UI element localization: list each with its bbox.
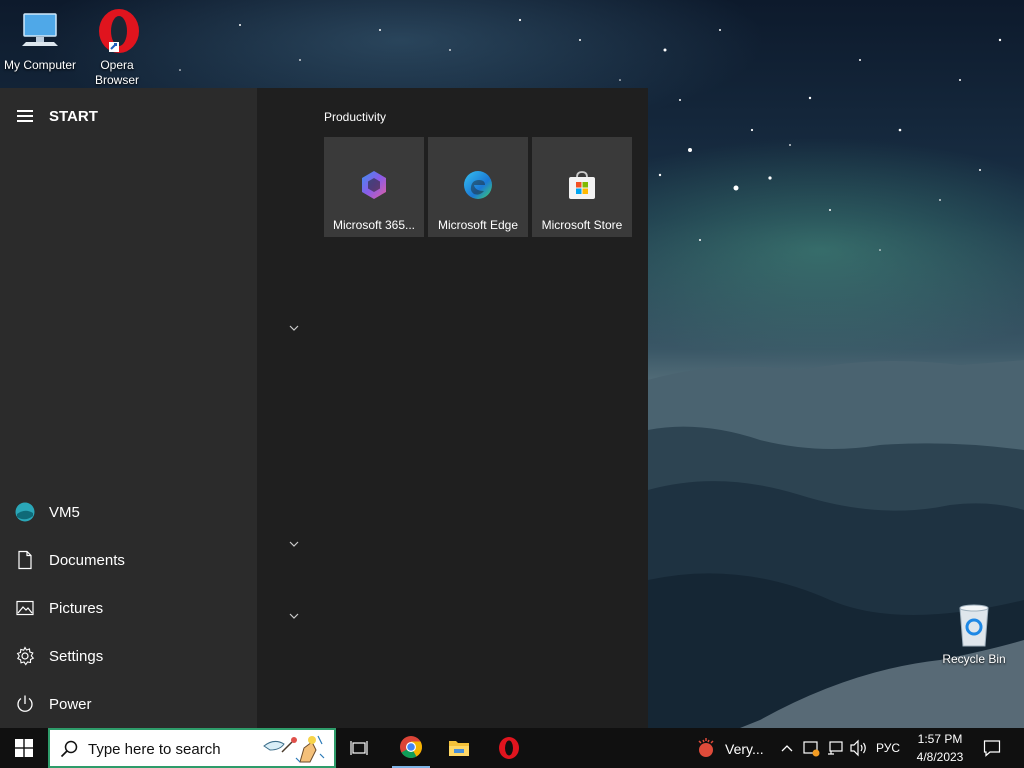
desktop-icon-opera-browser[interactable]: Opera Browser <box>77 8 157 88</box>
start-menu-item-label: Power <box>49 695 92 713</box>
start-menu-item-label: Settings <box>49 647 104 665</box>
notification-center-button[interactable] <box>978 728 1006 768</box>
start-menu-item-power[interactable]: Power <box>0 682 257 726</box>
desktop-icon-recycle-bin[interactable]: Recycle Bin <box>934 602 1014 667</box>
gear-icon <box>16 646 35 666</box>
chrome-icon <box>400 736 422 758</box>
task-view-icon <box>350 741 368 755</box>
tile-microsoft-store[interactable]: Microsoft Store <box>532 137 632 237</box>
desktop-icon-label: Opera Browser <box>94 58 139 87</box>
recycle-bin-icon <box>959 604 989 647</box>
speaker-icon <box>850 739 866 757</box>
chevron-down-icon[interactable] <box>288 322 300 334</box>
opera-icon <box>499 737 519 759</box>
start-menu-item-pictures[interactable]: Pictures <box>0 586 257 630</box>
start-menu-user-account[interactable]: VM5 <box>0 490 257 534</box>
search-icon <box>60 740 78 758</box>
start-menu-item-documents[interactable]: Documents <box>0 538 257 582</box>
search-placeholder: Type here to search <box>88 741 221 758</box>
folder-icon <box>449 741 469 756</box>
show-hidden-icons-button[interactable] <box>778 728 796 768</box>
taskbar-chrome-button[interactable] <box>392 728 430 768</box>
start-menu-item-settings[interactable]: Settings <box>0 634 257 678</box>
store-icon <box>569 171 595 199</box>
tile-label: Microsoft 365... <box>332 218 416 232</box>
desktop-icon-my-computer[interactable]: My Computer <box>0 8 80 73</box>
tray-volume-button[interactable] <box>848 728 870 768</box>
tile-microsoft-edge[interactable]: Microsoft Edge <box>428 137 528 237</box>
weather-alert-icon <box>698 738 714 757</box>
chevron-down-icon[interactable] <box>288 538 300 550</box>
security-alert-icon <box>803 741 820 757</box>
chevron-down-icon[interactable] <box>288 610 300 622</box>
chevron-up-icon <box>781 745 793 752</box>
document-icon <box>18 550 32 570</box>
start-menu-tiles-area: Productivity Microsoft 365... Microsoft … <box>257 88 648 728</box>
start-menu-item-label: Documents <box>49 551 125 569</box>
hamburger-menu-icon[interactable] <box>17 110 33 122</box>
tile-label: Microsoft Store <box>541 218 623 232</box>
power-icon <box>17 695 33 712</box>
network-icon <box>828 741 843 755</box>
start-button[interactable] <box>0 728 48 768</box>
notification-icon <box>983 740 1001 757</box>
edge-icon <box>464 171 492 199</box>
tray-defender-button[interactable] <box>800 728 822 768</box>
weather-widget-icon-button[interactable] <box>694 728 718 768</box>
user-avatar-icon <box>15 502 35 522</box>
taskbar-file-explorer-button[interactable] <box>440 728 478 768</box>
search-highlight-illustration-icon <box>263 735 325 763</box>
start-menu-sidebar: START VM5 Documents Pictures Settings Po… <box>0 88 257 728</box>
windows-logo-icon <box>15 739 33 757</box>
task-view-button[interactable] <box>345 728 375 768</box>
clock-time[interactable]: 1:57 PM <box>912 732 968 746</box>
tile-group-title[interactable]: Productivity <box>324 110 386 124</box>
computer-icon <box>22 13 58 46</box>
pictures-icon <box>16 600 34 616</box>
desktop-icon-label: Recycle Bin <box>942 652 1006 666</box>
opera-icon <box>99 9 139 53</box>
tile-microsoft-365[interactable]: Microsoft 365... <box>324 137 424 237</box>
start-menu-title: START <box>49 108 98 125</box>
start-menu-item-label: Pictures <box>49 599 104 617</box>
user-name: VM5 <box>49 503 80 521</box>
desktop-icon-label: My Computer <box>3 58 77 72</box>
tray-network-button[interactable] <box>824 728 846 768</box>
clock-date[interactable]: 4/8/2023 <box>910 750 970 764</box>
language-indicator[interactable]: РУС <box>876 741 900 755</box>
tile-label: Microsoft Edge <box>437 218 519 232</box>
taskbar: Type here to search Very... РУС 1:57 PM … <box>0 728 1024 768</box>
microsoft-365-icon <box>362 171 386 199</box>
weather-text[interactable]: Very... <box>725 741 764 757</box>
taskbar-opera-button[interactable] <box>490 728 528 768</box>
taskbar-search-box[interactable]: Type here to search <box>48 728 336 768</box>
